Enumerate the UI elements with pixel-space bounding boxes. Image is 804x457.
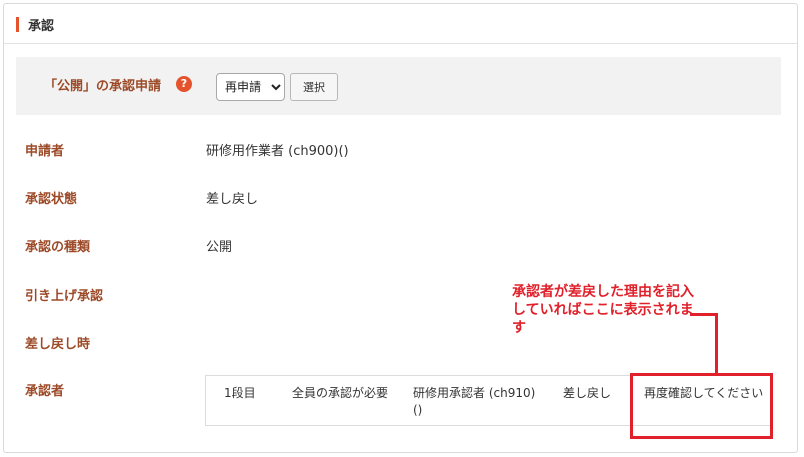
- approver-label: 承認者: [25, 384, 65, 399]
- title-accent-bar: [16, 17, 19, 32]
- applicant-value: 研修用作業者 (ch900)(): [206, 144, 349, 159]
- approval-type-value: 公開: [206, 240, 233, 255]
- annotation-connector-horizontal: [690, 313, 718, 316]
- applicant-label: 申請者: [25, 144, 65, 159]
- pullup-approval-label: 引き上げ承認: [25, 289, 104, 304]
- panel-header: 承認: [4, 4, 797, 44]
- panel-title: 承認: [28, 19, 55, 34]
- approver-name-cell: 研修用承認者 (ch910)(): [413, 386, 536, 417]
- approver-step-cell: 1段目: [224, 386, 256, 400]
- annotation-callout-text: 承認者が差戻した理由を記入していればここに表示されます: [512, 284, 694, 336]
- annotation-connector-vertical: [715, 313, 718, 375]
- returned-time-label: 差し戻し時: [25, 337, 91, 352]
- status-value: 差し戻し: [206, 192, 259, 207]
- annotation-highlight-box: [630, 373, 773, 439]
- approval-request-label: 「公開」の承認申請: [44, 79, 162, 94]
- help-icon[interactable]: ?: [176, 76, 192, 92]
- approver-result-cell: 差し戻し: [563, 386, 612, 400]
- status-label: 承認状態: [25, 192, 78, 207]
- approval-request-box: 「公開」の承認申請 ? 再申請 選択: [16, 57, 781, 115]
- approval-type-label: 承認の種類: [25, 240, 91, 255]
- select-button[interactable]: 選択: [290, 73, 338, 101]
- approver-rule-cell: 全員の承認が必要: [292, 386, 389, 400]
- request-type-select[interactable]: 再申請: [216, 73, 285, 101]
